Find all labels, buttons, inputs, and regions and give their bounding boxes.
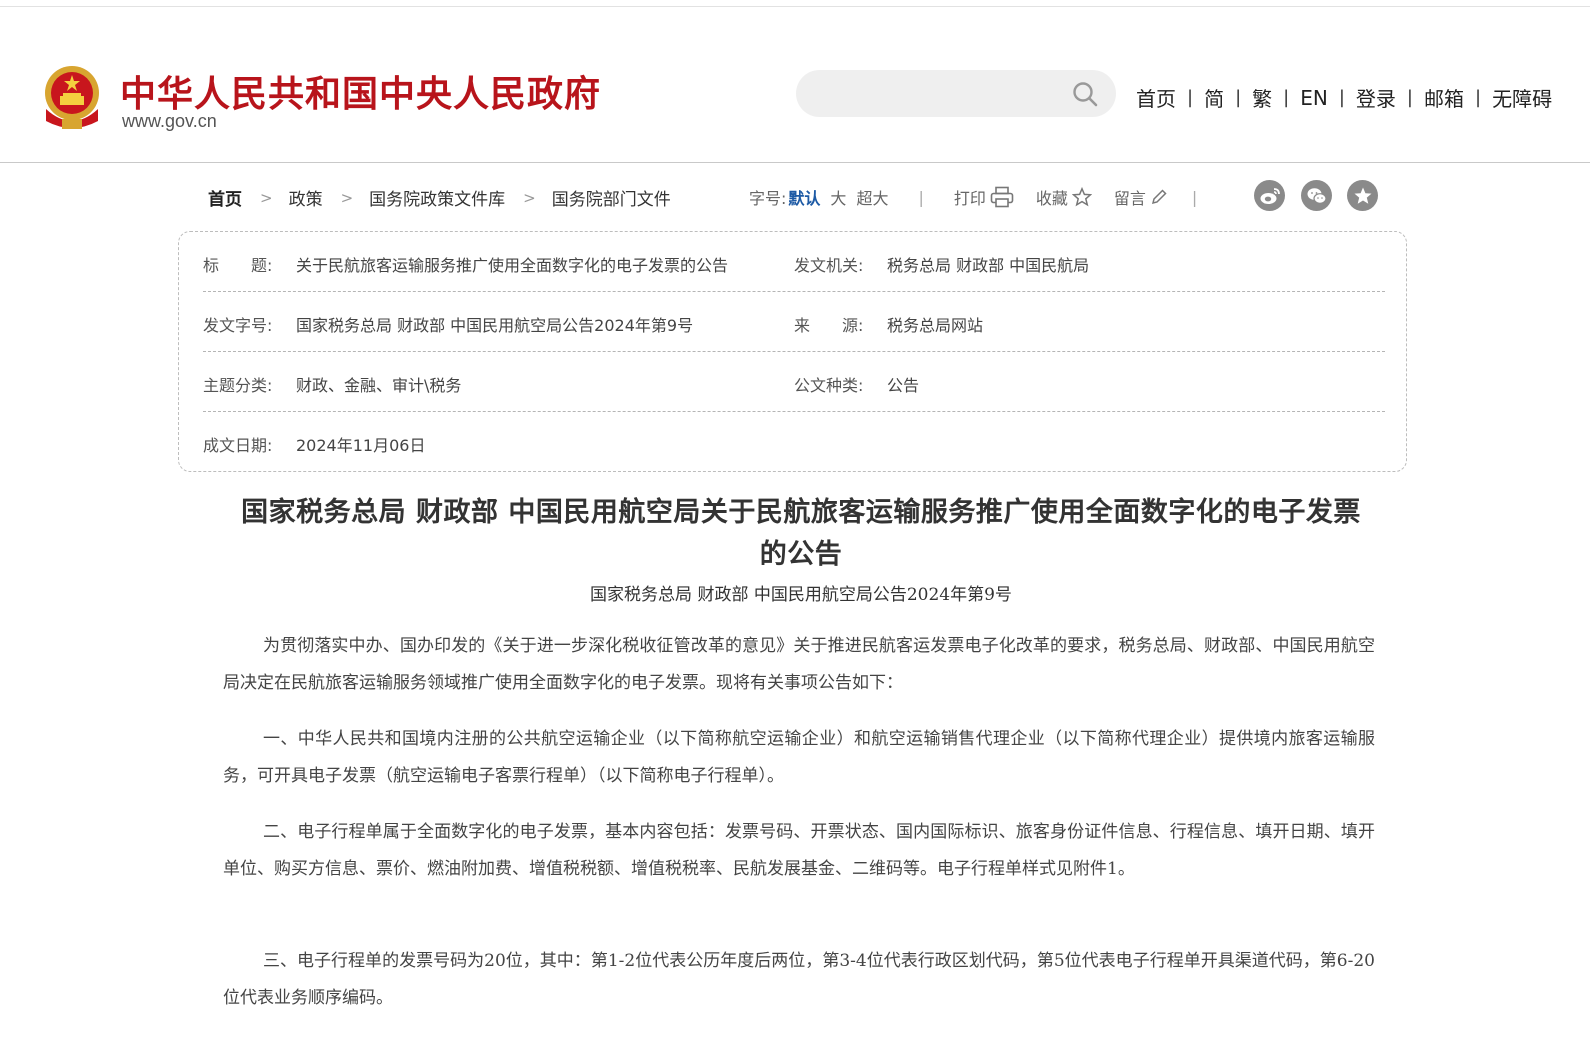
- breadcrumb-policy[interactable]: 政策: [289, 185, 323, 210]
- comment-label: 留言: [1113, 189, 1146, 208]
- search-icon[interactable]: [1072, 81, 1098, 107]
- site-header: 中华人民共和国中央人民政府 www.gov.cn 首页 | 简 | 繁 | EN…: [0, 7, 1590, 163]
- print-label: 打印: [953, 189, 986, 208]
- chevron-right-icon: >: [340, 188, 354, 207]
- issuer-label: 发文机关:: [794, 256, 864, 275]
- page-tools: 字号: 默认 大 超大 | 打印 收藏 留言 |: [749, 185, 1197, 209]
- comment-button[interactable]: 留言: [1114, 185, 1168, 209]
- doc-type-value: 公告: [887, 376, 920, 395]
- weibo-share-button[interactable]: [1254, 180, 1285, 211]
- doc-type-label: 公文种类:: [794, 376, 864, 395]
- nav-separator: |: [1235, 87, 1242, 108]
- top-nav: 首页 | 简 | 繁 | EN | 登录 | 邮箱 | 无障碍: [1136, 83, 1552, 112]
- source-value: 税务总局网站: [887, 316, 984, 335]
- favorite-label: 收藏: [1035, 189, 1068, 208]
- nav-separator: |: [1406, 87, 1413, 108]
- date-field: 成文日期: 2024年11月06日: [203, 432, 425, 456]
- title-value: 关于民航旅客运输服务推广使用全面数字化的电子发票的公告: [296, 256, 729, 275]
- source-label: 来 源:: [794, 316, 864, 335]
- nav-separator: |: [1338, 87, 1345, 108]
- breadcrumb-policy-library[interactable]: 国务院政策文件库: [369, 185, 505, 210]
- pencil-icon: [1151, 189, 1167, 205]
- doc-number-label: 发文字号:: [203, 316, 273, 335]
- article-paragraph: 二、电子行程单属于全面数字化的电子发票，基本内容包括：发票号码、开票状态、国内国…: [223, 822, 1375, 879]
- site-domain: www.gov.cn: [122, 111, 217, 131]
- doc-number-field: 发文字号: 国家税务总局 财政部 中国民用航空局公告2024年第9号: [203, 312, 693, 336]
- article-paragraph: 为贯彻落实中办、国办印发的《关于进一步深化税收征管改革的意见》关于推进民航客运发…: [223, 636, 1375, 693]
- doc-type-field: 公文种类: 公告: [794, 372, 919, 396]
- nav-english[interactable]: EN: [1300, 86, 1328, 110]
- category-label: 主题分类:: [203, 376, 273, 395]
- chevron-right-icon: >: [260, 188, 273, 207]
- font-size-default[interactable]: 默认: [788, 185, 820, 209]
- printer-icon: [990, 186, 1014, 208]
- doc-number-value: 国家税务总局 财政部 中国民用航空局公告2024年第9号: [296, 316, 694, 335]
- title-field: 标 题: 关于民航旅客运输服务推广使用全面数字化的电子发票的公告: [203, 252, 728, 276]
- nav-separator: |: [1475, 87, 1482, 108]
- font-size-large[interactable]: 大: [830, 185, 846, 209]
- document-info-box: 标 题: 关于民航旅客运输服务推广使用全面数字化的电子发票的公告 发文机关: 税务总…: [178, 231, 1407, 472]
- nav-traditional[interactable]: 繁: [1252, 83, 1272, 112]
- nav-separator: |: [1283, 87, 1290, 108]
- favorite-star-icon: [1354, 187, 1371, 204]
- font-size-xlarge[interactable]: 超大: [856, 185, 888, 209]
- wechat-share-button[interactable]: [1301, 180, 1332, 211]
- breadcrumb-home[interactable]: 首页: [208, 185, 242, 210]
- issuer-value: 税务总局 财政部 中国民航局: [887, 256, 1090, 275]
- source-field: 来 源: 税务总局网站: [794, 312, 983, 336]
- favorite-share-button[interactable]: [1347, 180, 1378, 211]
- favorite-button[interactable]: 收藏: [1036, 185, 1092, 209]
- info-row: 发文字号: 国家税务总局 财政部 中国民用航空局公告2024年第9号 来 源: 税务…: [203, 292, 1385, 352]
- chevron-right-icon: >: [523, 188, 536, 207]
- article-paragraph: 一、中华人民共和国境内注册的公共航空运输企业（以下简称航空运输企业）和航空运输销…: [223, 729, 1375, 786]
- info-row: 成文日期: 2024年11月06日: [203, 412, 1385, 472]
- info-row: 标 题: 关于民航旅客运输服务推广使用全面数字化的电子发票的公告 发文机关: 税务总…: [203, 232, 1385, 292]
- weibo-icon: [1260, 187, 1280, 204]
- article-paragraph: 三、电子行程单的发票号码为20位，其中：第1-2位代表公历年度后两位，第3-4位…: [223, 951, 1375, 1008]
- article-title: 国家税务总局 财政部 中国民用航空局关于民航旅客运输服务推广使用全面数字化的电子…: [241, 497, 1361, 570]
- print-button[interactable]: 打印: [954, 185, 1014, 209]
- nav-simplified[interactable]: 简: [1204, 83, 1224, 112]
- date-value: 2024年11月06日: [296, 436, 426, 455]
- search-input[interactable]: [796, 70, 1116, 117]
- national-emblem-icon[interactable]: [40, 63, 104, 133]
- issuer-field: 发文机关: 税务总局 财政部 中国民航局: [794, 252, 1089, 276]
- info-row: 主题分类: 财政、金融、审计\税务 公文种类: 公告: [203, 352, 1385, 412]
- date-label: 成文日期:: [203, 436, 273, 455]
- nav-accessibility[interactable]: 无障碍: [1492, 83, 1552, 112]
- star-outline-icon: [1071, 187, 1092, 207]
- title-label: 标 题:: [203, 256, 273, 275]
- category-field: 主题分类: 财政、金融、审计\税务: [203, 372, 461, 396]
- nav-mailbox[interactable]: 邮箱: [1424, 83, 1464, 112]
- font-size-label: 字号:: [749, 189, 787, 208]
- site-title[interactable]: 中华人民共和国中央人民政府: [120, 65, 601, 117]
- category-value: 财政、金融、审计\税务: [296, 376, 462, 395]
- wechat-icon: [1307, 187, 1327, 204]
- tools-divider: |: [918, 187, 924, 207]
- nav-login[interactable]: 登录: [1356, 83, 1396, 112]
- article-subtitle: 国家税务总局 财政部 中国民用航空局公告2024年第9号: [590, 585, 1012, 605]
- nav-separator: |: [1187, 87, 1194, 108]
- tools-divider: |: [1191, 187, 1198, 207]
- breadcrumb: 首页 > 政策 > 国务院政策文件库 > 国务院部门文件: [208, 185, 671, 211]
- breadcrumb-department-docs[interactable]: 国务院部门文件: [552, 185, 671, 210]
- nav-home[interactable]: 首页: [1136, 83, 1176, 112]
